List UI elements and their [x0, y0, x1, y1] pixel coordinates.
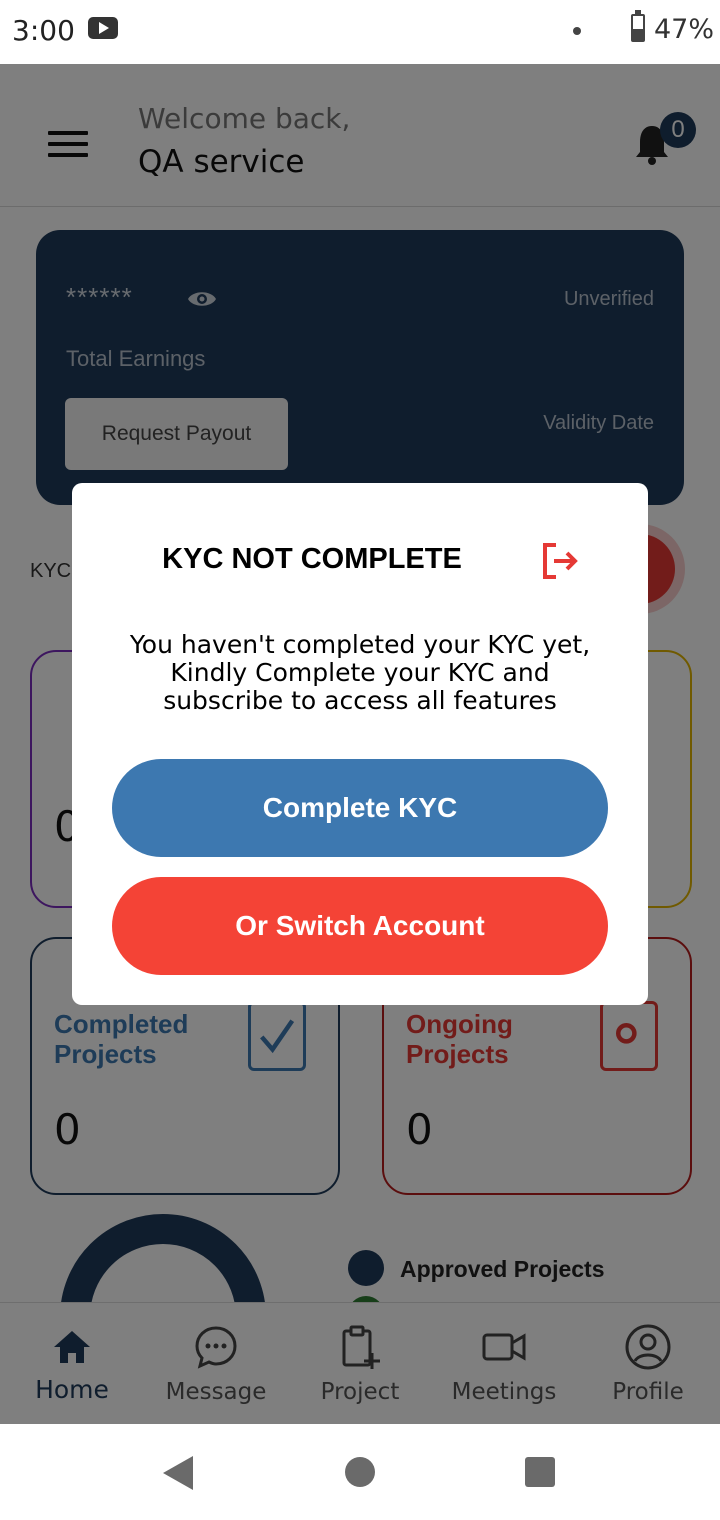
kyc-dialog: KYC NOT COMPLETE You haven't completed y…	[72, 483, 648, 1005]
dialog-message: You haven't completed your KYC yet, Kind…	[129, 630, 591, 715]
app-screen: Welcome back, QA service 0 ****** Unveri…	[0, 64, 720, 1424]
home-button-icon[interactable]	[345, 1457, 375, 1487]
notification-dot-icon	[573, 27, 581, 35]
status-time: 3:00	[12, 14, 75, 47]
status-bar: 3:00 47%	[0, 0, 720, 64]
switch-account-button[interactable]: Or Switch Account	[112, 877, 608, 975]
recent-apps-icon[interactable]	[525, 1457, 555, 1487]
battery-icon	[631, 10, 645, 42]
back-icon[interactable]	[163, 1456, 193, 1490]
logout-icon[interactable]	[540, 541, 580, 581]
dialog-title: KYC NOT COMPLETE	[162, 543, 462, 575]
complete-kyc-button[interactable]: Complete KYC	[112, 759, 608, 857]
youtube-notification-icon	[88, 17, 118, 39]
battery-percent: 47%	[654, 14, 715, 45]
system-navigation-bar	[0, 1424, 720, 1520]
